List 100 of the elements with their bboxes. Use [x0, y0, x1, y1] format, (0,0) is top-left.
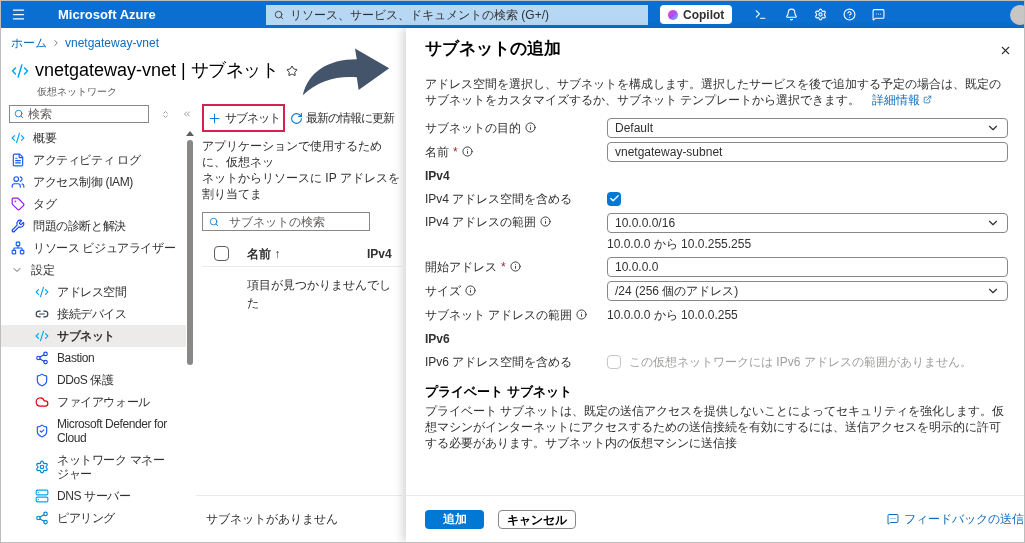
shield-icon: [35, 424, 49, 438]
checkbox[interactable]: [607, 191, 621, 206]
shield-icon: [35, 373, 49, 387]
breadcrumb-link[interactable]: vnetgateway-vnet: [65, 34, 160, 52]
sort-icon[interactable]: [161, 109, 170, 119]
menu-icon[interactable]: [11, 7, 26, 22]
section-heading: プライベート サブネット: [425, 382, 573, 401]
breadcrumb-link[interactable]: ホーム: [11, 34, 47, 52]
range-value: 10.0.0.0 から 10.0.0.255: [607, 306, 738, 324]
search-icon: [14, 109, 24, 119]
range-hint: 10.0.0.0 から 10.0.255.255: [607, 235, 753, 253]
sidebar-item[interactable]: リソース ビジュアライザー: [1, 237, 186, 259]
learn-more-link[interactable]: 詳細情報: [872, 91, 933, 108]
code-brackets-icon: [35, 329, 49, 343]
search-icon: [209, 216, 219, 227]
page-title: vnetgateway-vnet: [35, 59, 177, 82]
server-icon: [35, 489, 49, 503]
required-mark: *: [453, 143, 458, 161]
sidebar-item[interactable]: ピアリング: [1, 507, 186, 529]
feedback-link[interactable]: フィードバックの送信: [887, 510, 1024, 528]
required-mark: *: [501, 258, 506, 276]
dropdown[interactable]: 10.0.0.0/16: [607, 212, 1008, 233]
section-heading: IPv4: [425, 167, 451, 185]
help-icon[interactable]: [843, 8, 857, 21]
field-label: IPv4 アドレスの範囲: [425, 213, 537, 231]
code-brackets-icon: [11, 61, 29, 80]
description-text: アプリケーションで使用するために、仮想ネッ ネットからリソースに IP アドレスを割り当てま: [202, 138, 401, 202]
link-icon: [35, 307, 49, 321]
field-label: 開始アドレス: [425, 258, 497, 276]
sidebar-item[interactable]: 問題の診断と解決: [1, 215, 186, 237]
sidebar-item[interactable]: Bastion: [1, 347, 186, 369]
external-link-icon: [923, 95, 933, 104]
refresh-icon: [290, 111, 303, 125]
cancel-button[interactable]: キャンセル: [498, 509, 576, 529]
cloud-icon: [35, 395, 49, 409]
subnet-search-field[interactable]: サブネットの検索: [202, 212, 370, 231]
gear-icon: [35, 460, 49, 474]
star-icon[interactable]: [286, 64, 299, 77]
wrench-icon: [11, 219, 25, 233]
empty-message: 項目が見つかりませんでした: [247, 277, 392, 312]
sidebar-item[interactable]: DNS サーバー: [1, 485, 186, 507]
code-brackets-icon: [35, 285, 49, 299]
sidebar-group[interactable]: 設定: [1, 259, 186, 281]
plus-icon: [207, 110, 222, 126]
sidebar-item[interactable]: アドレス空間: [1, 281, 186, 303]
code-brackets-icon: [11, 131, 25, 145]
document-icon: [11, 153, 25, 167]
title-separator: |: [181, 59, 186, 82]
sidebar-item[interactable]: アクティビティ ログ: [1, 149, 186, 171]
text-field[interactable]: vnetgateway-subnet: [607, 141, 1008, 162]
field-label: 名前: [425, 143, 449, 161]
sidebar-item[interactable]: Microsoft Defender for Cloud: [1, 413, 186, 449]
nodes-icon: [35, 511, 49, 525]
column-header[interactable]: 名前 ↑: [247, 244, 367, 263]
network-icon: [11, 241, 25, 255]
page-section: サブネット: [190, 57, 279, 84]
field-label: サブネットの目的: [425, 119, 521, 137]
add-button[interactable]: 追加: [425, 509, 484, 529]
feedback-icon[interactable]: [872, 8, 886, 21]
nodes-icon: [35, 351, 49, 365]
copilot-button[interactable]: Copilot: [660, 5, 733, 24]
sidebar-item[interactable]: ファイアウォール: [1, 391, 186, 413]
dropdown[interactable]: /24 (256 個のアドレス): [607, 280, 1008, 301]
bell-icon[interactable]: [785, 8, 799, 21]
sidebar-item[interactable]: DDoS 保護: [1, 369, 186, 391]
sidebar-item[interactable]: 接続デバイス: [1, 303, 186, 325]
field-label: サイズ: [425, 282, 461, 300]
dropdown[interactable]: Default: [607, 117, 1008, 138]
panel-description: アドレス空間を選択し、サブネットを構成します。選択したサービスを後で追加する予定の場合は、既定のサブネットをカスタマイズするか、サブネット テンプレートから選択できます。 詳細情報: [425, 75, 1002, 108]
close-icon[interactable]: [999, 44, 1012, 57]
add-subnet-button[interactable]: サブネット: [202, 104, 285, 132]
section-heading: IPv6: [425, 330, 451, 348]
sidebar-search-field[interactable]: 検索: [9, 105, 149, 123]
private-subnet-text: プライベート サブネットは、既定の送信アクセスを提供しないことによってセキュリティを強化します。仮想マシンがインターネットにアクセスするための送信接続を有効にするには、送信アクセスを明示的に許可する必要があります。サブネット内の仮想マシンに送信接: [425, 403, 1006, 451]
select-all-checkbox[interactable]: [214, 246, 229, 261]
checkbox-note: この仮想ネットワークには IPv6 アドレスの範囲がありません。: [629, 353, 972, 371]
avatar-icon[interactable]: [1010, 4, 1024, 25]
sidebar-item[interactable]: ネットワーク マネージャー: [1, 449, 186, 485]
refresh-button[interactable]: 最新の情報に更新: [285, 104, 399, 132]
text-field[interactable]: 10.0.0.0: [607, 256, 1008, 277]
page-subtitle: 仮想ネットワーク: [36, 85, 118, 99]
brand-name[interactable]: Microsoft Azure: [58, 4, 266, 25]
column-header[interactable]: IPv4: [367, 244, 392, 263]
panel-title: サブネットの追加: [425, 38, 561, 60]
table-footer-text: サブネットがありません: [206, 511, 338, 528]
search-icon: [274, 9, 284, 20]
tag-icon: [11, 197, 25, 211]
field-label: IPv4 アドレス空間を含める: [425, 190, 573, 208]
search-field[interactable]: リソース、サービス、ドキュメントの検索 (G+/): [266, 4, 648, 25]
sidebar-item[interactable]: 概要: [1, 127, 186, 149]
sidebar-item[interactable]: サブネット: [1, 325, 186, 347]
field-label: サブネット アドレスの範囲: [425, 306, 573, 324]
chevron-right-icon: [51, 38, 61, 48]
settings-icon[interactable]: [814, 8, 828, 21]
sidebar-item[interactable]: タグ: [1, 193, 186, 215]
terminal-icon[interactable]: [754, 8, 768, 21]
field-label: IPv6 アドレス空間を含める: [425, 353, 573, 371]
people-icon: [11, 175, 25, 189]
sidebar-item[interactable]: アクセス制御 (IAM): [1, 171, 186, 193]
feedback-icon: [887, 513, 899, 525]
